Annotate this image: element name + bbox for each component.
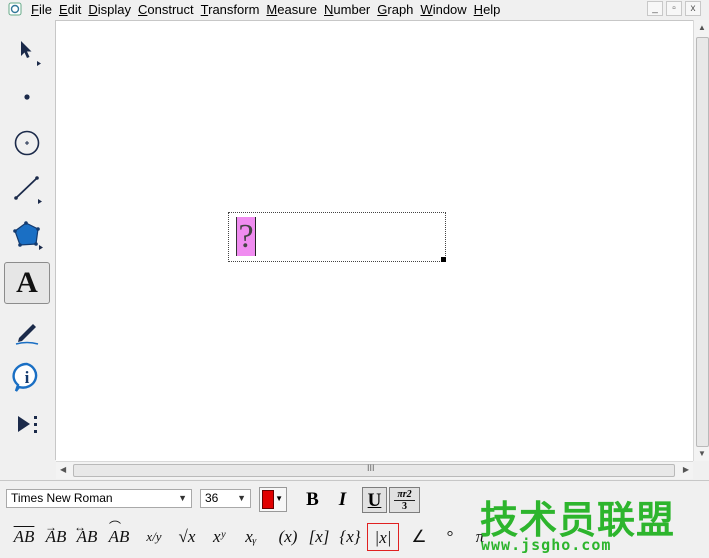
restore-button[interactable]: ▫ xyxy=(666,1,682,16)
menu-file[interactable]: File xyxy=(30,1,58,19)
menu-window[interactable]: Window xyxy=(419,1,472,19)
menu-bar: File Edit Display Construct Transform Me… xyxy=(0,0,709,19)
menu-graph[interactable]: Graph xyxy=(376,1,419,19)
svg-text:i: i xyxy=(25,368,30,387)
scroll-down-icon[interactable]: ▼ xyxy=(698,449,706,458)
sqrt-template-button[interactable]: √x xyxy=(174,523,200,551)
line-template-button[interactable]: ↔ AB xyxy=(73,520,101,551)
color-swatch xyxy=(262,490,274,509)
text-palette: Times New Roman ▼ 36 ▼ ▼ B I U πr2 3 AB … xyxy=(0,480,709,558)
bold-button[interactable]: B xyxy=(300,487,325,513)
math-placeholder[interactable]: ? xyxy=(236,217,255,256)
point-icon xyxy=(24,94,30,100)
underline-button[interactable]: U xyxy=(362,487,387,513)
text-color-picker[interactable]: ▼ xyxy=(259,487,287,512)
sketchpad-app-icon[interactable] xyxy=(8,2,22,16)
font-family-select[interactable]: Times New Roman ▼ xyxy=(6,489,192,508)
marker-pen-icon xyxy=(15,324,39,345)
chevron-down-icon: ▼ xyxy=(275,494,283,503)
vertical-scroll-thumb[interactable] xyxy=(696,37,709,447)
circle-icon xyxy=(14,130,40,156)
horizontal-scrollbar[interactable]: ◀ III ▶ xyxy=(56,461,693,479)
info-icon: i xyxy=(12,362,38,392)
math-format-button[interactable]: πr2 3 xyxy=(389,487,420,513)
angle-symbol-button[interactable]: ∠ xyxy=(408,523,430,551)
custom-tool[interactable] xyxy=(4,404,50,446)
resize-handle[interactable] xyxy=(441,257,446,262)
vertical-scrollbar[interactable]: ▲ ▼ xyxy=(693,20,709,461)
font-size-value: 36 xyxy=(205,491,219,505)
point-tool[interactable] xyxy=(4,76,50,118)
scroll-right-icon[interactable]: ▶ xyxy=(683,465,689,474)
menu-measure[interactable]: Measure xyxy=(265,1,323,19)
arc-template-button[interactable]: ⌒ AB xyxy=(105,520,133,551)
menu-display[interactable]: Display xyxy=(87,1,137,19)
text-tool[interactable]: A xyxy=(4,262,50,304)
menu-help[interactable]: Help xyxy=(473,1,507,19)
parentheses-template-button[interactable]: (x) xyxy=(274,523,302,551)
horizontal-scroll-thumb[interactable]: III xyxy=(73,463,675,477)
menu-transform[interactable]: Transform xyxy=(200,1,266,19)
text-caption-box[interactable]: ? xyxy=(228,212,446,262)
superscript-template-button[interactable]: xʸ xyxy=(206,523,232,551)
play-more-icon xyxy=(18,416,37,433)
italic-button[interactable]: I xyxy=(330,487,355,513)
math-template-row: AB → AB ↔ AB ⌒ AB x/y √x xʸ xᵧ (x) [x] {… xyxy=(0,520,709,555)
scroll-left-icon[interactable]: ◀ xyxy=(60,465,66,474)
toolbox: A i xyxy=(0,20,56,460)
close-button[interactable]: x xyxy=(685,1,701,16)
fraction-template-button[interactable]: x/y xyxy=(142,523,166,551)
menu-number[interactable]: Number xyxy=(323,1,376,19)
math-format-denominator: 3 xyxy=(402,501,407,512)
scroll-grip: III xyxy=(367,463,375,473)
straightedge-tool[interactable] xyxy=(4,168,50,210)
subscript-template-button[interactable]: xᵧ xyxy=(238,523,264,551)
absolute-value-template-button[interactable]: |x| xyxy=(367,523,399,551)
line-segment-icon xyxy=(14,176,42,204)
brackets-template-button[interactable]: [x] xyxy=(305,523,333,551)
menu-edit[interactable]: Edit xyxy=(58,1,87,19)
degree-symbol-button[interactable]: ° xyxy=(440,523,460,551)
polygon-icon xyxy=(13,221,43,250)
text-tool-icon: A xyxy=(16,266,38,299)
arrow-select-tool[interactable] xyxy=(4,30,50,72)
scroll-up-icon[interactable]: ▲ xyxy=(698,23,706,32)
font-size-select[interactable]: 36 ▼ xyxy=(200,489,251,508)
menu-construct[interactable]: Construct xyxy=(137,1,200,19)
chevron-down-icon: ▼ xyxy=(178,493,187,503)
polygon-tool[interactable] xyxy=(4,214,50,256)
compass-tool[interactable] xyxy=(4,122,50,164)
segment-template-button[interactable]: AB xyxy=(10,523,38,551)
minimize-button[interactable]: _ xyxy=(647,1,663,16)
text-cursor xyxy=(255,217,256,256)
pi-symbol-button[interactable]: π xyxy=(470,523,490,551)
arrow-icon xyxy=(21,41,41,66)
chevron-down-icon: ▼ xyxy=(237,493,246,503)
math-format-numerator: πr2 xyxy=(394,489,415,501)
ray-template-button[interactable]: → AB xyxy=(42,520,70,551)
scrollbar-corner xyxy=(693,461,709,478)
information-tool[interactable]: i xyxy=(4,356,50,398)
font-family-value: Times New Roman xyxy=(11,491,113,505)
marker-tool[interactable] xyxy=(4,310,50,352)
braces-template-button[interactable]: {x} xyxy=(336,523,364,551)
